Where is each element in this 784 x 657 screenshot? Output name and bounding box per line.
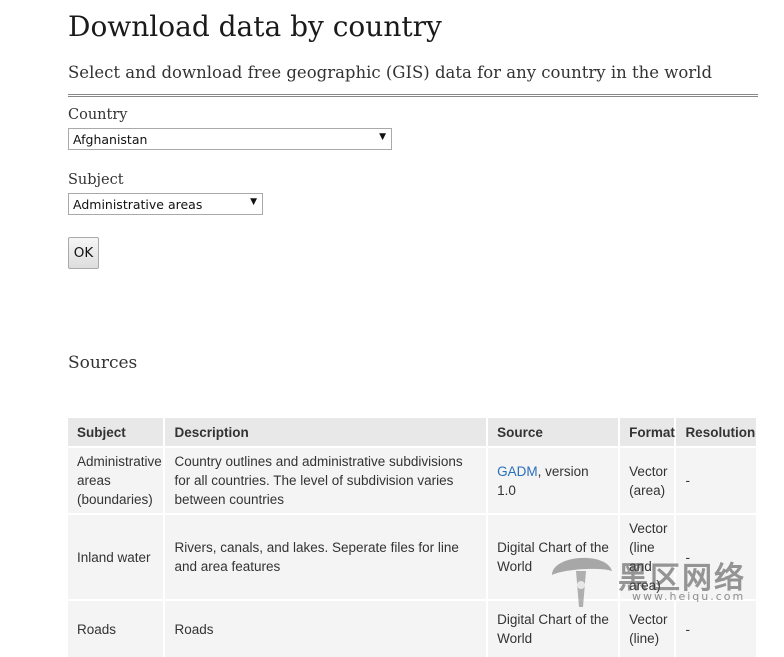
- cell-format: Vector (line): [619, 599, 677, 657]
- dropdown-arrow-icon: ▼: [379, 132, 386, 142]
- cell-format: Vector (area): [619, 446, 677, 514]
- subject-select[interactable]: Administrative areas ▼: [68, 193, 263, 215]
- country-select-value: Afghanistan: [73, 132, 148, 147]
- column-header-subject: Subject: [68, 418, 166, 447]
- cell-description: Roads: [164, 599, 489, 657]
- cell-source: Digital Chart of the World: [487, 599, 621, 657]
- cell-subject: Roads: [68, 599, 166, 657]
- dropdown-arrow-icon: ▼: [250, 197, 257, 207]
- cell-source: Digital Chart of the World: [487, 513, 621, 600]
- column-header-source: Source: [487, 418, 621, 447]
- subject-select-value: Administrative areas: [73, 197, 203, 212]
- column-header-resolution: Resolution: [675, 418, 758, 447]
- table-row: Administrative areas (boundaries) Countr…: [68, 446, 758, 514]
- column-header-description: Description: [164, 418, 489, 447]
- subject-label: Subject: [68, 172, 124, 188]
- header-divider: [68, 94, 758, 97]
- cell-resolution: -: [675, 599, 758, 657]
- gadm-link[interactable]: GADM: [497, 464, 538, 479]
- cell-subject: Administrative areas (boundaries): [68, 446, 166, 514]
- cell-format: Vector (line and area): [619, 513, 677, 600]
- sources-heading: Sources: [68, 353, 138, 373]
- cell-resolution: -: [675, 446, 758, 514]
- cell-description: Rivers, canals, and lakes. Seperate file…: [164, 513, 489, 600]
- country-select[interactable]: Afghanistan ▼: [68, 128, 392, 150]
- table-header-row: Subject Description Source Format Resolu…: [68, 418, 758, 447]
- cell-resolution: -: [675, 513, 758, 600]
- table-row: Roads Roads Digital Chart of the World V…: [68, 599, 758, 657]
- cell-subject: Inland water: [68, 513, 166, 600]
- country-label: Country: [68, 107, 128, 123]
- page-subtitle: Select and download free geographic (GIS…: [68, 63, 713, 82]
- sources-table: Subject Description Source Format Resolu…: [68, 418, 758, 657]
- cell-source: GADM, version 1.0: [487, 446, 621, 514]
- column-header-format: Format: [619, 418, 677, 447]
- cell-description: Country outlines and administrative subd…: [164, 446, 489, 514]
- table-row: Inland water Rivers, canals, and lakes. …: [68, 513, 758, 600]
- ok-button[interactable]: OK: [68, 237, 99, 269]
- page-title: Download data by country: [68, 10, 442, 43]
